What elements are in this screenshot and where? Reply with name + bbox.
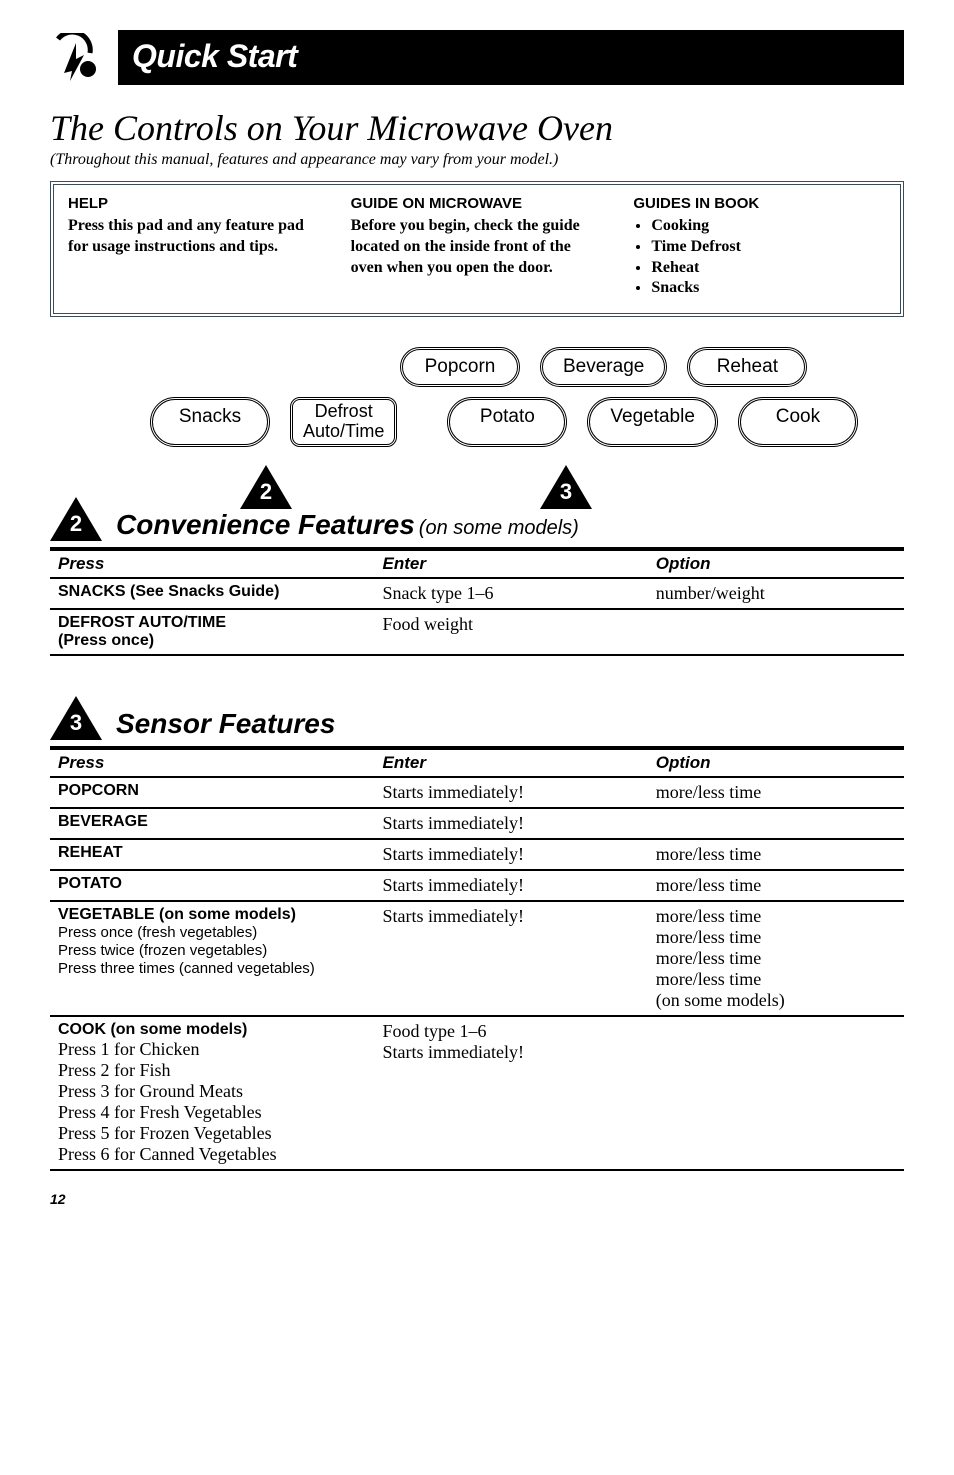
marker-3-section: 3 — [50, 696, 102, 740]
table-row: POPCORN Starts immediately! more/less ti… — [50, 777, 904, 808]
reheat-button[interactable]: Reheat — [687, 347, 807, 387]
guide-panel: HELP Press this pad and any feature pad … — [50, 181, 904, 317]
guide-help: HELP Press this pad and any feature pad … — [68, 195, 321, 299]
sensor-th-option: Option — [648, 748, 904, 777]
popcorn-button[interactable]: Popcorn — [400, 347, 520, 387]
conv-th-option: Option — [648, 549, 904, 578]
conv-snacks-option: number/weight — [648, 578, 904, 609]
header-title-bar: Quick Start — [118, 30, 904, 85]
section-subtitle: (Throughout this manual, features and ap… — [50, 151, 904, 169]
convenience-table: Press Enter Option SNACKS (See Snacks Gu… — [50, 547, 904, 656]
table-row: VEGETABLE (on some models) Press once (f… — [50, 901, 904, 1016]
guide-book: GUIDES IN BOOK Cooking Time Defrost Rehe… — [633, 195, 886, 299]
convenience-heading-row: 2 Convenience Features (on some models) — [50, 497, 904, 541]
defrost-label-1: Defrost — [315, 401, 373, 421]
marker-3-diagram: 3 — [540, 465, 592, 509]
vegetable-button[interactable]: Vegetable — [587, 397, 718, 447]
guide-book-item: Reheat — [651, 258, 886, 279]
table-row: SNACKS (See Snacks Guide) Snack type 1–6… — [50, 578, 904, 609]
table-row: COOK (on some models) Press 1 for Chicke… — [50, 1016, 904, 1170]
table-row: POTATO Starts immediately! more/less tim… — [50, 870, 904, 901]
sensor-th-press: Press — [50, 748, 375, 777]
conv-snacks-enter: Snack type 1–6 — [375, 578, 648, 609]
cook-button[interactable]: Cook — [738, 397, 858, 447]
sensor-heading: Sensor Features — [116, 708, 335, 740]
defrost-button[interactable]: Defrost Auto/Time — [290, 397, 397, 447]
sensor-heading-row: 3 Sensor Features — [50, 696, 904, 740]
conv-defrost-option — [648, 609, 904, 655]
convenience-sub: (on some models) — [419, 517, 579, 539]
guide-micro-body: Before you begin, check the guide locate… — [351, 216, 604, 278]
guide-book-item: Cooking — [651, 216, 886, 237]
conv-snacks-press: SNACKS (See Snacks Guide) — [50, 578, 375, 609]
guide-book-item: Time Defrost — [651, 237, 886, 258]
controls-diagram: Popcorn Beverage Reheat Snacks Defrost A… — [60, 347, 894, 497]
page-number: 12 — [50, 1191, 904, 1207]
table-row: BEVERAGE Starts immediately! — [50, 808, 904, 839]
guide-help-body: Press this pad and any feature pad for u… — [68, 216, 321, 258]
beverage-button[interactable]: Beverage — [540, 347, 667, 387]
guide-book-head: GUIDES IN BOOK — [633, 195, 886, 212]
guide-microwave: GUIDE ON MICROWAVE Before you begin, che… — [351, 195, 604, 299]
table-row: DEFROST AUTO/TIME(Press once) Food weigh… — [50, 609, 904, 655]
conv-defrost-press: DEFROST AUTO/TIME(Press once) — [50, 609, 375, 655]
sensor-table: Press Enter Option POPCORN Starts immedi… — [50, 746, 904, 1171]
section-title: The Controls on Your Microwave Oven — [50, 107, 904, 149]
finger-press-icon — [50, 33, 100, 83]
conv-th-press: Press — [50, 549, 375, 578]
table-row: REHEAT Starts immediately! more/less tim… — [50, 839, 904, 870]
guide-micro-head: GUIDE ON MICROWAVE — [351, 195, 604, 212]
defrost-label-2: Auto/Time — [303, 421, 384, 441]
marker-2-section: 2 — [50, 497, 102, 541]
conv-defrost-enter: Food weight — [375, 609, 648, 655]
header-title: Quick Start — [132, 38, 297, 74]
potato-button[interactable]: Potato — [447, 397, 567, 447]
guide-help-head: HELP — [68, 195, 321, 212]
convenience-heading: Convenience Features — [116, 509, 415, 540]
sensor-th-enter: Enter — [375, 748, 648, 777]
conv-th-enter: Enter — [375, 549, 648, 578]
snacks-button[interactable]: Snacks — [150, 397, 270, 447]
marker-2-diagram: 2 — [240, 465, 292, 509]
guide-book-item: Snacks — [651, 278, 886, 299]
page-header: Quick Start — [50, 30, 904, 85]
